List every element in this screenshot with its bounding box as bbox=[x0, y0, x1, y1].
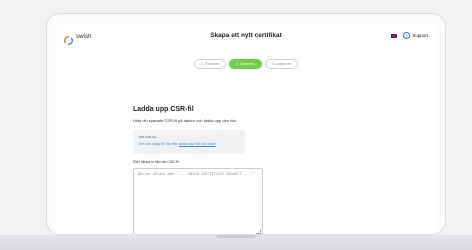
drop-instruction: Dra och släpp fil här eller bbox=[139, 142, 178, 146]
uk-flag-icon[interactable] bbox=[391, 33, 398, 38]
screen: swish Skapa ett nytt certifikat ? Suppor… bbox=[57, 24, 435, 234]
resize-handle-icon[interactable] bbox=[256, 229, 261, 234]
support-link[interactable]: Support bbox=[412, 33, 428, 38]
upload-file-label: DIN CSR-FIL bbox=[139, 135, 157, 139]
browse-file-link[interactable]: ladda upp från din dator bbox=[179, 142, 216, 146]
help-circle-icon[interactable]: ? bbox=[403, 32, 411, 39]
header: swish Skapa ett nytt certifikat ? Suppor… bbox=[57, 24, 435, 46]
upload-drop-text: Dra och släpp fil här eller ladda upp fr… bbox=[139, 142, 216, 146]
instruction-text: Hitta din sparade CSR-fil på datorn och … bbox=[133, 118, 237, 123]
step-generate[interactable]: 2. Generera bbox=[228, 59, 262, 69]
step-prepare[interactable]: 1. Förbered bbox=[193, 59, 226, 69]
progress-stepper: 1. Förbered 2. Generera 3. Ladda ner bbox=[57, 59, 435, 69]
step-download[interactable]: 3. Ladda ner bbox=[264, 59, 299, 69]
csr-textarea-placeholder: Börjar oftast med "-----BEGIN CERTIFICAT… bbox=[138, 172, 254, 176]
csr-textarea[interactable]: Börjar oftast med "-----BEGIN CERTIFICAT… bbox=[133, 168, 263, 234]
main-content: Ladda upp CSR-fil Hitta din sparade CSR-… bbox=[133, 106, 333, 234]
laptop-frame: swish Skapa ett nytt certifikat ? Suppor… bbox=[46, 13, 446, 235]
section-heading: Ladda upp CSR-fil bbox=[133, 106, 194, 113]
paste-label: Eller klistra in från din CSR-fil bbox=[133, 160, 179, 164]
header-actions: ? Support bbox=[391, 32, 428, 39]
page-title: Skapa ett nytt certifikat bbox=[210, 32, 282, 39]
file-upload-dropzone[interactable]: DIN CSR-FIL Dra och släpp fil här eller … bbox=[133, 130, 245, 154]
laptop-notch bbox=[216, 235, 256, 238]
